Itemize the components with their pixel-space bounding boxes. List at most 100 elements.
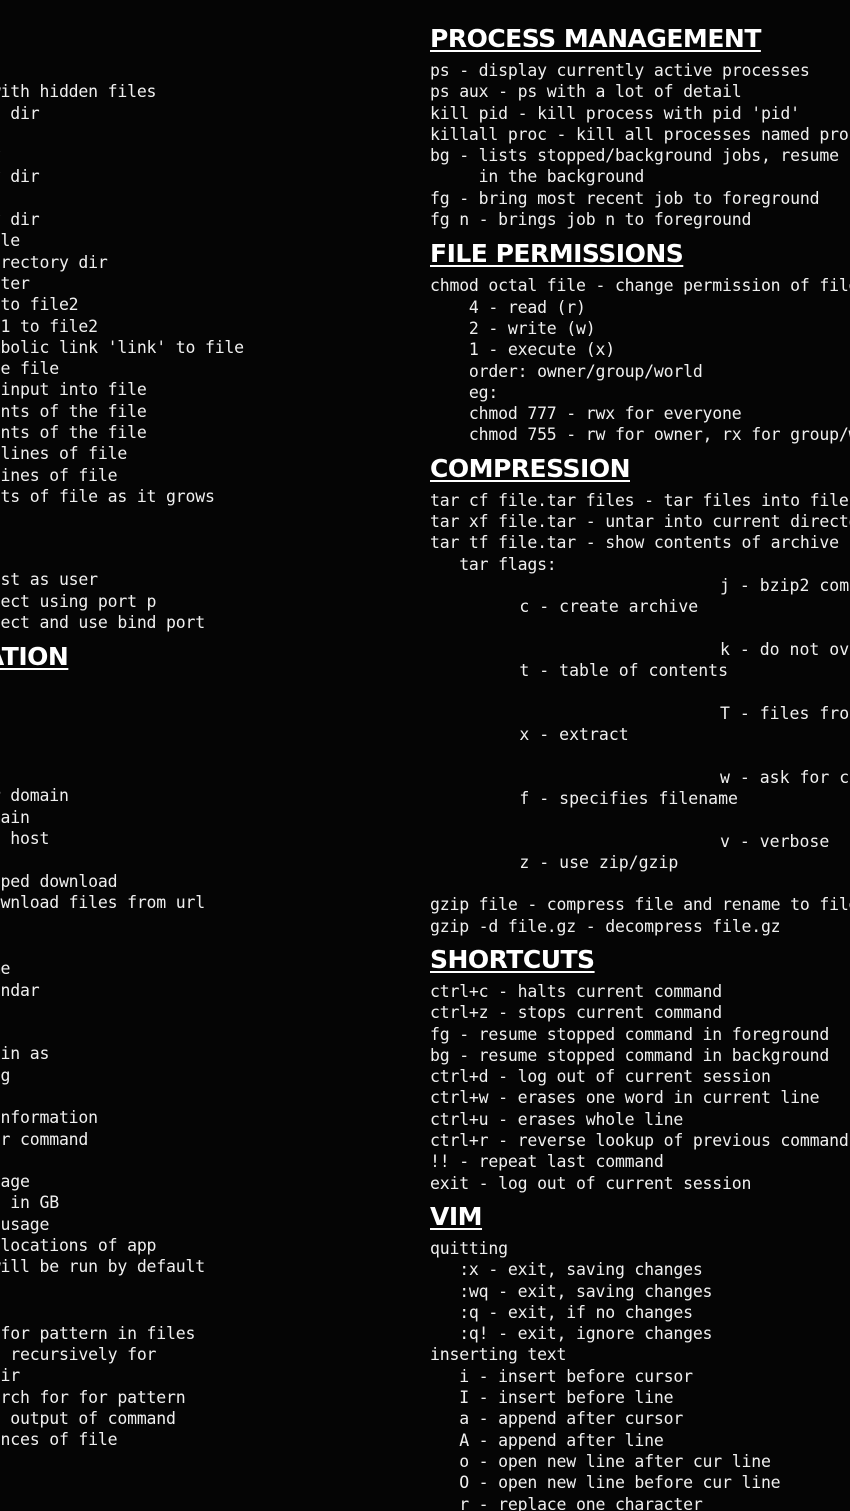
command-line: free - show memory and swap usage <box>0 1214 50 1234</box>
command-line: bg - lists stopped/background jobs, resu… <box>430 146 850 166</box>
command-line: du - show directory space usage <box>0 1172 30 1192</box>
command-line: !! - repeat last command <box>430 1152 664 1172</box>
command-line: in in the output of command <box>0 1408 176 1428</box>
command-line: grep -r pattern dir - search recursively… <box>0 1344 157 1364</box>
command-line: rm -r dir - delete directory dir <box>0 210 40 230</box>
tar-flag-left: z - use zip/gzip <box>489 852 679 872</box>
command-line: kill pid - kill process with pid 'pid' <box>430 103 800 123</box>
command-line: df - show disk usage <box>0 1150 428 1171</box>
cheat-sheet-page: COMMANDS ls - directory listing ls -al -… <box>0 0 850 1511</box>
command-line: wget -c file - continue stopped download <box>0 871 118 891</box>
command-line: ctrl+u - erases whole line <box>430 1109 684 1129</box>
command-line: gzip -d file.gz - decompress file.gz <box>430 916 781 936</box>
command-line: ctrl+z - stops current command <box>430 1003 723 1023</box>
command-line: cd dir - change directory to dir <box>0 103 40 123</box>
vim-group-label: inserting text <box>430 1345 567 1365</box>
tar-flag-right: w - ask for confirmation <box>720 767 850 787</box>
command-line: uptime - show uptime <box>0 1001 428 1022</box>
command-line: cat /proc/cpuinfo - cpu info <box>0 1086 428 1107</box>
tar-flag-right: v - verbose <box>720 831 830 851</box>
tar-flag-row: t - table of contentsk - do not overwrit… <box>430 639 850 703</box>
command-line: man command - show manual for command <box>0 1129 89 1149</box>
command-line: :q! - exit, ignore changes <box>430 1324 713 1344</box>
tar-flag-row: x - extract T - files from file <box>430 703 850 767</box>
command-line: tail -f file - output contents of file a… <box>0 486 215 506</box>
command-line: whois domain - get whois for domain <box>0 786 69 806</box>
command-line: :wq - exit, saving changes <box>430 1281 713 1301</box>
tar-flag-left: c - create archive <box>489 597 699 617</box>
left-column: COMMANDS ls - directory listing ls -al -… <box>0 24 428 1450</box>
command-line: I - insert before line <box>430 1388 674 1408</box>
command-line: head file - output first 10 lines of fil… <box>0 444 128 464</box>
command-line: rm -f file - force remove file <box>0 231 21 251</box>
tar-flag-row: z - use zip/gzip v - verbose <box>430 831 850 895</box>
command-line: ps - display currently active processes <box>430 61 810 80</box>
command-line: ctrl+r - reverse lookup of previous comm… <box>430 1131 849 1151</box>
command-line: rm file - delete file <box>0 188 428 209</box>
command-line: ctrl+c - halts current command <box>430 981 723 1001</box>
command-line: ssh user@host - connet to host as user <box>0 570 98 590</box>
command-line: mv file1 file2 - rename file1 to file2 <box>0 316 98 336</box>
right-column: PROCESS MANAGEMENT ps - display currentl… <box>430 24 850 1511</box>
tar-flag-right: j - bzip2 compression <box>720 575 850 595</box>
command-line: killall proc - kill all processes named … <box>430 124 850 144</box>
command-line: ln -s file link - create symbolic link '… <box>0 337 244 357</box>
command-line: tar cf file.tar files - tar files into f… <box>430 490 850 510</box>
command-line: A - append after line <box>430 1430 664 1450</box>
section-heading-shortcuts: SHORTCUTS <box>430 944 595 974</box>
command-line: cat > file - place standard input into f… <box>0 380 147 400</box>
tar-flag-row: f - specifies filenamew - ask for confir… <box>430 767 850 831</box>
tar-flags-label: tar flags: <box>430 554 557 574</box>
command-line: 4 - read (r) <box>430 297 586 317</box>
command-line: cp file1 file2 - copy file1 to file2 <box>0 295 79 315</box>
command-line: rm -rf dir - force remove directory dir <box>0 252 108 272</box>
section-heading-vim: VIM <box>430 1201 483 1231</box>
command-line: r - replace one character <box>430 1494 703 1511</box>
command-line: eg: <box>430 382 499 402</box>
command-line: bg - resume stopped command in backgroun… <box>430 1045 830 1065</box>
command-line: 1 - execute (x) <box>430 340 615 360</box>
section-heading-ssh: SSH <box>0 533 428 563</box>
command-line: cat /proc/meminfo - memory information <box>0 1108 98 1128</box>
command-line: ping host - ping host 'host' <box>0 764 428 785</box>
command-line: dig -x host - reverse lookup host <box>0 829 50 849</box>
command-line: ctrl+d - log out of current session <box>430 1067 771 1087</box>
command-line: O - open new line before cur line <box>430 1473 781 1493</box>
command-line: which app - show which app will be run b… <box>0 1257 205 1277</box>
command-line: tail file - output last 10 lines of file <box>0 465 118 485</box>
command-line: fg n - brings job n to foreground <box>430 210 752 230</box>
command-line: cal - show this month's calendar <box>0 980 40 1000</box>
command-line: chmod 777 - rwx for everyone <box>430 404 742 424</box>
command-line: :x - exit, saving changes <box>430 1260 703 1280</box>
command-line: order: owner/group/world <box>430 361 703 381</box>
command-line: ssh -p port user@host - connect using po… <box>0 591 157 611</box>
command-line: in the background <box>430 167 645 187</box>
command-line: ssh-copy-id user@host - connect and use … <box>0 612 205 632</box>
command-line: less file - output the contents of the f… <box>0 423 147 443</box>
vim-group-label: quitting <box>430 1238 508 1258</box>
command-line: gzip file - compress file and rename to … <box>430 895 850 915</box>
command-line: tar xf file.tar - untar into current dir… <box>430 512 850 532</box>
command-line: o - open new line after cur line <box>430 1451 771 1471</box>
section-heading-searching: SEARCHING <box>0 1287 428 1317</box>
command-line: more file - output the contents of the f… <box>0 401 147 421</box>
command-line: chmod octal file - change permission of … <box>430 276 850 296</box>
command-line: dig domain - get DNS for domain <box>0 807 30 827</box>
command-line: uname -a - show kernel config <box>0 1065 11 1085</box>
command-line: command | grep pattern - search for for … <box>0 1387 186 1407</box>
section-heading-process-management: PROCESS MANAGEMENT <box>430 24 761 53</box>
command-line: wget file - download file <box>0 849 428 870</box>
command-line: du -sh - human readable size in GB <box>0 1193 59 1213</box>
tar-flag-right: k - do not overwrite <box>720 639 850 659</box>
tar-flag-row: c - create archive j - bzip2 compression <box>430 575 850 639</box>
tar-flag-right: T - files from file <box>720 703 850 723</box>
command-line: exit - log out of current session <box>430 1173 752 1193</box>
command-line: fg - resume stopped command in foregroun… <box>430 1024 830 1044</box>
command-line: pwd - show current directory <box>0 145 428 166</box>
command-line: locate file - find all instances of file <box>0 1430 118 1450</box>
